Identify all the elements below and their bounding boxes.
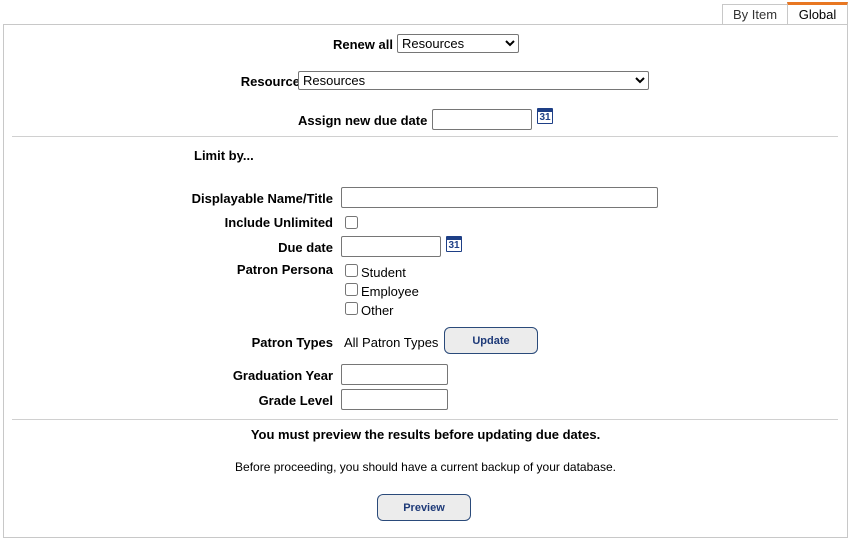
assign-due-date-label: Assign new due date [298, 113, 428, 128]
renew-all-select[interactable]: Resources [397, 34, 519, 53]
limit-by-label: Limit by... [194, 148, 254, 163]
student-label: Student [361, 265, 406, 280]
graduation-year-input[interactable] [341, 364, 448, 385]
resource-type-select[interactable]: Resources [298, 71, 649, 90]
include-unlimited-checkbox[interactable] [345, 216, 358, 229]
update-button[interactable]: Update [444, 327, 538, 354]
employee-label: Employee [361, 284, 419, 299]
preview-button[interactable]: Preview [377, 494, 471, 521]
employee-checkbox[interactable] [345, 283, 358, 296]
calendar-icon[interactable]: 31 [537, 108, 553, 124]
preview-notice: You must preview the results before upda… [250, 427, 601, 442]
renew-all-label: Renew all [333, 37, 393, 52]
assign-due-date-input[interactable] [432, 109, 532, 130]
grade-level-label: Grade Level [258, 393, 333, 408]
divider [12, 419, 838, 420]
graduation-year-label: Graduation Year [232, 368, 333, 383]
tab-global[interactable]: Global [787, 2, 848, 24]
other-label: Other [361, 303, 394, 318]
student-checkbox[interactable] [345, 264, 358, 277]
backup-note: Before proceeding, you should have a cur… [235, 460, 616, 474]
name-title-label: Displayable Name/Title [191, 191, 333, 206]
patron-types-label: Patron Types [251, 335, 333, 350]
due-date-input[interactable] [341, 236, 441, 257]
patron-persona-label: Patron Persona [236, 262, 333, 277]
include-unlimited-label: Include Unlimited [224, 215, 333, 230]
calendar-icon[interactable]: 31 [446, 236, 462, 252]
tab-by-item[interactable]: By Item [722, 4, 788, 24]
other-checkbox[interactable] [345, 302, 358, 315]
name-title-input[interactable] [341, 187, 658, 208]
patron-types-value: All Patron Types [344, 335, 439, 350]
due-date-label: Due date [278, 240, 333, 255]
grade-level-input[interactable] [341, 389, 448, 410]
divider [12, 136, 838, 137]
